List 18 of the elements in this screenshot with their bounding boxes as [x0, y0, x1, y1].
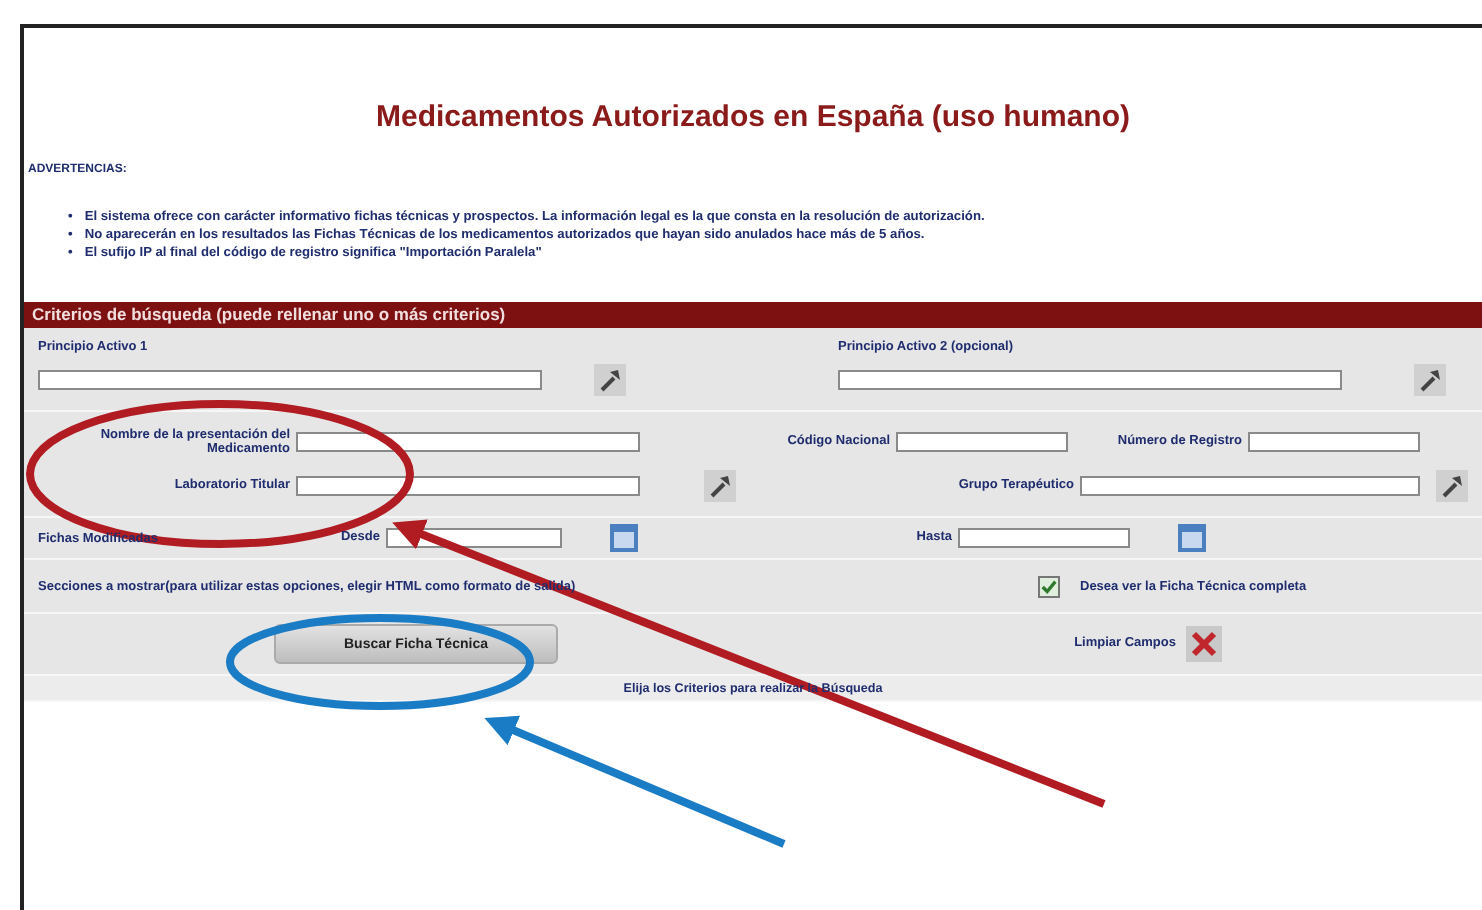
input-field[interactable] [296, 475, 640, 495]
calendar-icon[interactable] [610, 524, 638, 552]
input-field[interactable] [38, 370, 542, 390]
calendar-icon[interactable] [1178, 524, 1206, 552]
clear-icon[interactable] [1186, 626, 1222, 662]
input-field[interactable] [896, 432, 1068, 452]
hammer-icon[interactable] [1414, 364, 1446, 396]
input-field[interactable] [838, 370, 1342, 390]
hammer-icon[interactable] [704, 469, 736, 501]
page-title: Medicamentos Autorizados en España (uso humano) [374, 100, 1132, 138]
hammer-icon[interactable] [594, 364, 626, 396]
hammer-icon[interactable] [1436, 469, 1468, 501]
date-field[interactable] [958, 528, 1130, 548]
checkbox[interactable] [1038, 575, 1060, 597]
input-field[interactable] [1248, 432, 1420, 452]
input-field[interactable] [296, 432, 640, 452]
criteria-header: Criterios de búsqueda (puede rellenar uno o más criterios) [24, 302, 1482, 328]
input-field[interactable] [1080, 475, 1420, 495]
